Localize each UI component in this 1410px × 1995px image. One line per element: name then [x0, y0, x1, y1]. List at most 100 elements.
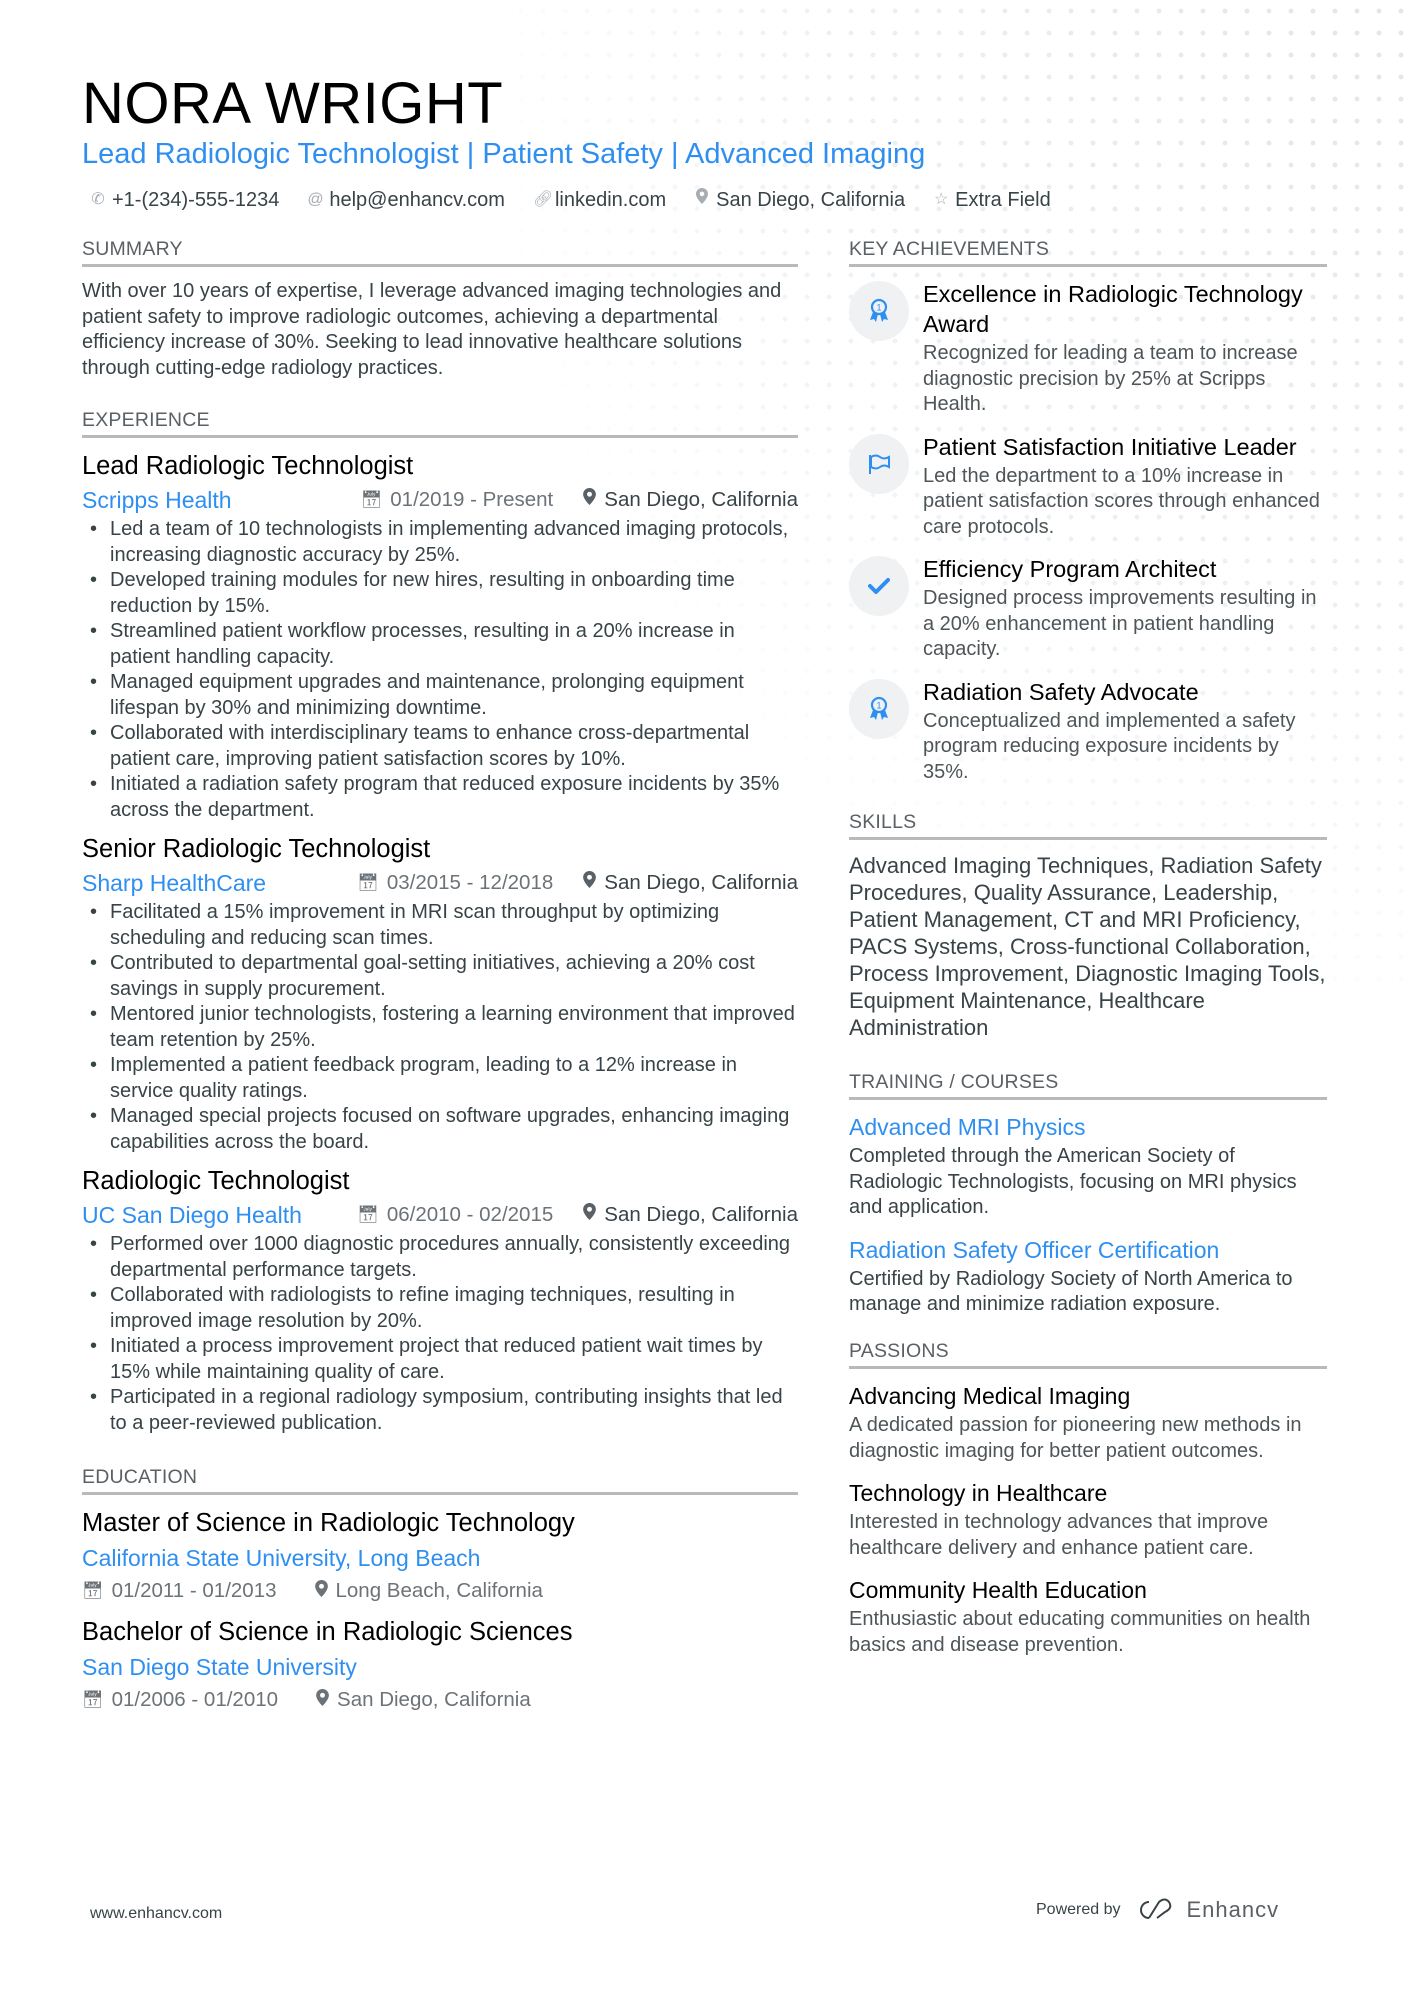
achievement-title: Efficiency Program Architect: [923, 556, 1217, 582]
job-bullets: Led a team of 10 technologists in implem…: [82, 517, 798, 823]
passion-title: Community Health Education: [849, 1577, 1147, 1604]
calendar-icon: 📅︎: [82, 1581, 104, 1601]
candidate-name: NORA WRIGHT: [82, 71, 504, 136]
job-bullet: Performed over 1000 diagnostic procedure…: [82, 1232, 798, 1283]
job-bullet: Facilitated a 15% improvement in MRI sca…: [82, 900, 798, 951]
passion-desc: A dedicated passion for pioneering new m…: [849, 1413, 1302, 1462]
skills-section: SKILLS Advanced Imaging Techniques, Radi…: [849, 809, 1327, 1041]
job-location: San Diego, California: [583, 1200, 798, 1230]
link-icon: 🔗︎: [532, 191, 554, 208]
job-bullet: Mentored junior technologists, fostering…: [82, 1002, 798, 1053]
skills-list: Advanced Imaging Techniques, Radiation S…: [849, 853, 1326, 1040]
section-title: TRAINING / COURSES: [849, 1071, 1059, 1093]
achievement-desc: Led the department to a 10% increase in …: [923, 464, 1320, 538]
contact-email[interactable]: @ help@enhancv.com: [307, 186, 505, 214]
location-pin-icon: [314, 1576, 328, 1606]
job-location-text: San Diego, California: [604, 871, 798, 895]
job-bullet: Managed special projects focused on soft…: [82, 1104, 798, 1155]
course-desc: Completed through the American Society o…: [849, 1145, 1297, 1219]
education-section: EDUCATION Master of Science in Radiologi…: [82, 1464, 798, 1715]
svg-text:1: 1: [876, 700, 881, 710]
contact-linkedin-text: linkedin.com: [554, 189, 667, 211]
contact-phone-text: +1-(234)-555-1234: [112, 189, 280, 211]
contact-phone[interactable]: ✆ +1-(234)-555-1234: [90, 186, 279, 214]
achievement-desc: Recognized for leading a team to increas…: [923, 342, 1298, 415]
award-ribbon-icon: 1: [849, 678, 909, 739]
summary-section: SUMMARY With over 10 years of expertise,…: [82, 236, 798, 381]
job-bullet: Participated in a regional radiology sym…: [82, 1385, 798, 1436]
job-location: San Diego, California: [583, 485, 798, 515]
job-bullet: Managed equipment upgrades and maintenan…: [82, 670, 798, 721]
job-title: Radiologic Technologist: [82, 1167, 350, 1196]
section-title: EDUCATION: [82, 1466, 198, 1489]
job-bullet: Streamlined patient workflow processes, …: [82, 619, 798, 670]
job-bullet: Developed training modules for new hires…: [82, 568, 798, 619]
education-entry: Bachelor of Science in Radiologic Scienc…: [82, 1616, 798, 1715]
right-column: KEY ACHIEVEMENTS 1 Excellence in Radiolo…: [849, 236, 1327, 1673]
job-meta-row: Sharp HealthCare 📅︎ 03/2015 - 12/2018 Sa…: [82, 868, 798, 898]
experience-entry: Lead Radiologic Technologist Scripps Hea…: [82, 450, 798, 823]
job-meta-row: Scripps Health 📅︎ 01/2019 - Present San …: [82, 485, 798, 515]
achievement-title: Radiation Safety Advocate: [923, 678, 1199, 705]
contact-extra-text: Extra Field: [955, 189, 1051, 211]
passion-title: Advancing Medical Imaging: [849, 1382, 1131, 1409]
achievement-title: Excellence in Radiologic Technology Awar…: [923, 281, 1303, 337]
achievement-item: Patient Satisfaction Initiative Leader L…: [849, 432, 1327, 541]
contact-extra: ☆ Extra Field: [933, 186, 1051, 214]
job-bullet: Collaborated with interdisciplinary team…: [82, 721, 798, 772]
location-pin-icon: [583, 868, 597, 898]
job-bullet: Implemented a patient feedback program, …: [82, 1053, 798, 1104]
section-title: EXPERIENCE: [82, 409, 210, 432]
section-divider: [849, 264, 1327, 267]
calendar-icon: 📅︎: [357, 873, 379, 893]
phone-icon: ✆: [91, 191, 105, 208]
section-title: PASSIONS: [849, 1339, 949, 1362]
job-bullet: Initiated a process improvement project …: [82, 1334, 798, 1385]
company-name: UC San Diego Health: [82, 1202, 302, 1229]
candidate-headline: Lead Radiologic Technologist | Patient S…: [82, 138, 926, 170]
summary-text: With over 10 years of expertise, I lever…: [82, 280, 782, 379]
achievement-item: 1 Excellence in Radiologic Technology Aw…: [849, 279, 1327, 418]
course-item: Radiation Safety Officer Certification C…: [849, 1235, 1327, 1318]
course-item: Advanced MRI Physics Completed through t…: [849, 1112, 1327, 1221]
course-desc: Certified by Radiology Society of North …: [849, 1267, 1293, 1316]
education-meta: 📅︎ 01/2006 - 01/2010 San Diego, Californ…: [82, 1685, 798, 1715]
achievements-section: KEY ACHIEVEMENTS 1 Excellence in Radiolo…: [849, 236, 1327, 785]
company-name: Sharp HealthCare: [82, 870, 267, 897]
section-divider: [849, 837, 1327, 840]
job-location-text: San Diego, California: [604, 1203, 798, 1227]
location-pin-icon: [583, 485, 597, 515]
job-location-text: San Diego, California: [604, 488, 798, 512]
education-location: San Diego, California: [337, 1688, 531, 1712]
achievement-item: Efficiency Program Architect Designed pr…: [849, 554, 1327, 663]
achievement-desc: Conceptualized and implemented a safety …: [923, 709, 1296, 783]
section-divider: [82, 1492, 798, 1496]
footer-website-link[interactable]: www.enhancv.com: [90, 1905, 222, 1923]
contact-linkedin[interactable]: 🔗︎ linkedin.com: [533, 186, 666, 214]
left-column: SUMMARY With over 10 years of expertise,…: [82, 236, 798, 1715]
school-name: San Diego State University: [82, 1654, 357, 1681]
experience-section: EXPERIENCE Lead Radiologic Technologist …: [82, 407, 798, 1436]
contact-bar: ✆ +1-(234)-555-1234 @ help@enhancv.com 🔗…: [90, 186, 1051, 214]
job-dates-text: 01/2019 - Present: [390, 488, 554, 512]
job-title: Senior Radiologic Technologist: [82, 835, 431, 864]
school-name: California State University, Long Beach: [82, 1545, 481, 1572]
experience-entry: Senior Radiologic Technologist Sharp Hea…: [82, 833, 798, 1155]
passion-item: Technology in Healthcare Interested in t…: [849, 1478, 1327, 1561]
job-meta-row: UC San Diego Health 📅︎ 06/2010 - 02/2015…: [82, 1200, 798, 1230]
enhancv-logo-icon: [1139, 1898, 1171, 1919]
section-divider: [82, 435, 798, 439]
course-title: Advanced MRI Physics: [849, 1114, 1086, 1140]
passion-item: Community Health Education Enthusiastic …: [849, 1575, 1327, 1658]
section-divider: [849, 1365, 1327, 1369]
degree-title: Bachelor of Science in Radiologic Scienc…: [82, 1618, 573, 1647]
job-bullet: Initiated a radiation safety program tha…: [82, 772, 798, 823]
degree-title: Master of Science in Radiologic Technolo…: [82, 1509, 575, 1538]
calendar-icon: 📅︎: [360, 490, 383, 510]
job-title: Lead Radiologic Technologist: [82, 452, 414, 481]
location-pin-icon: [583, 1200, 597, 1230]
passion-desc: Interested in technology advances that i…: [849, 1511, 1269, 1559]
passions-section: PASSIONS Advancing Medical Imaging A ded…: [849, 1338, 1327, 1659]
job-dates-text: 03/2015 - 12/2018: [386, 871, 554, 895]
enhancv-logo[interactable]: Enhancv: [1135, 1897, 1280, 1923]
